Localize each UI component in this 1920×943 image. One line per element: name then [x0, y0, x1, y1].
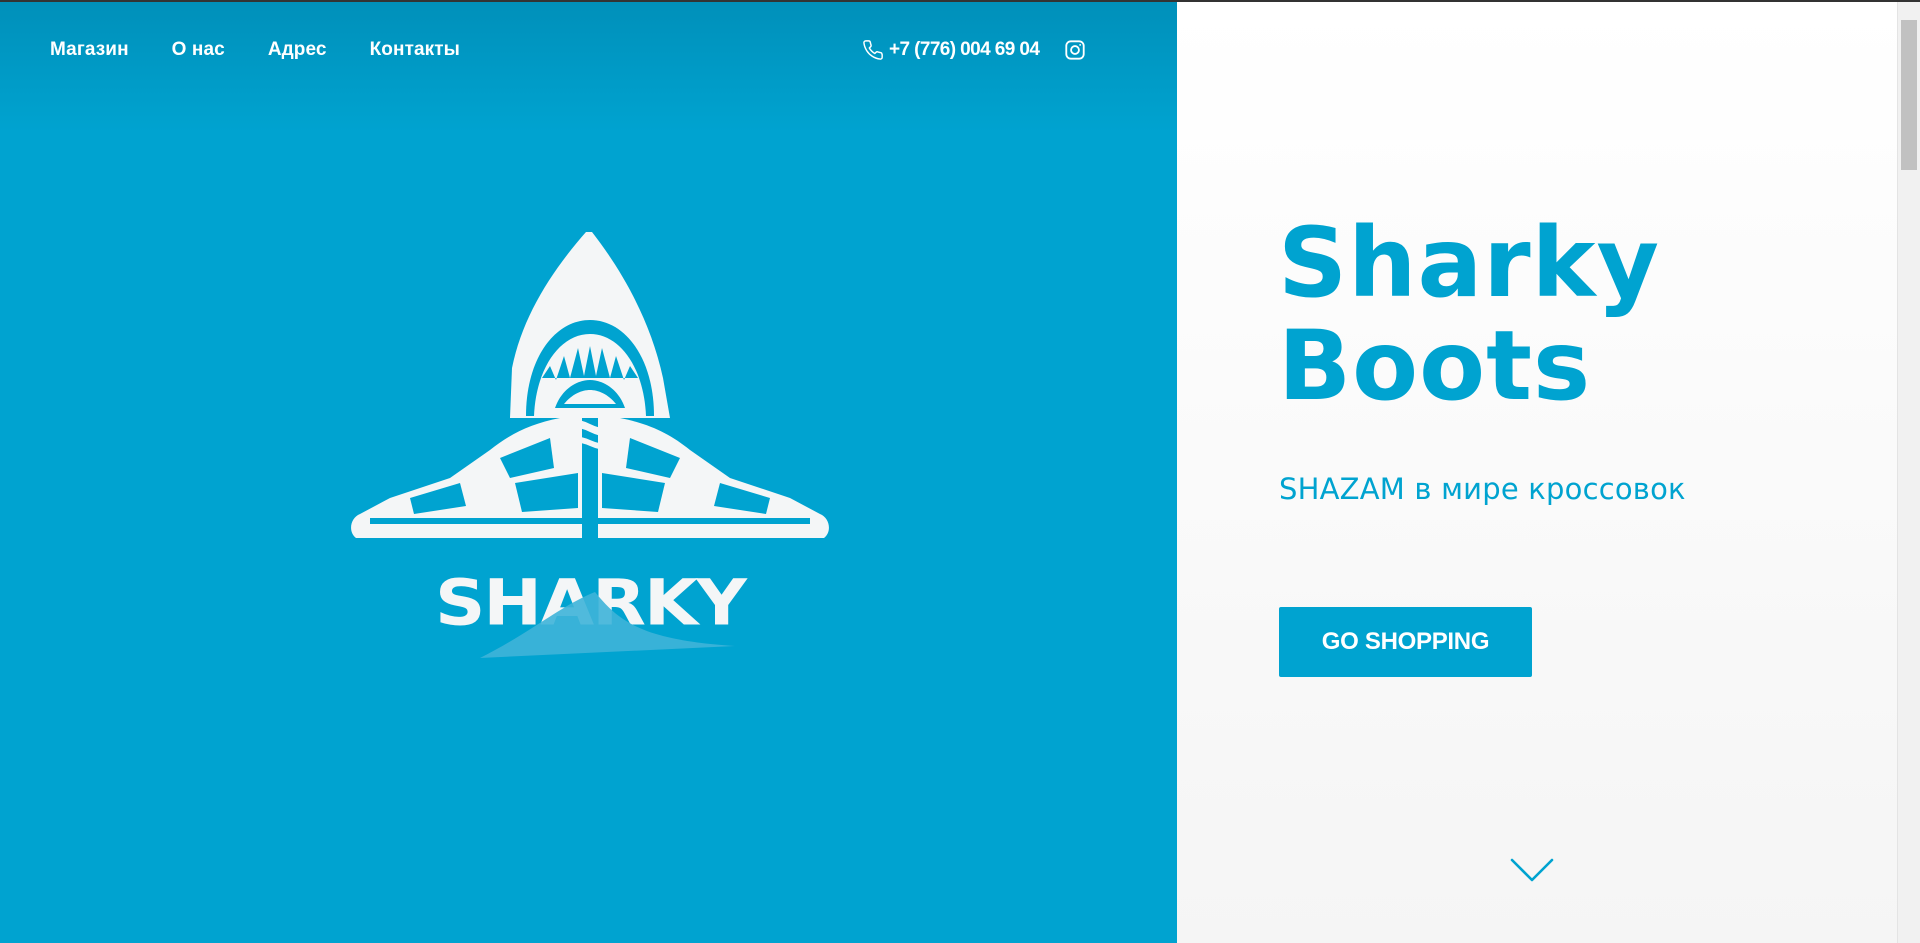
instagram-icon[interactable] [1064, 39, 1086, 61]
hero-title-line2: Boots [1278, 310, 1592, 422]
phone-number-link[interactable]: +7 (776) 004 69 04 [889, 39, 1040, 61]
logo-fin-shadow [480, 592, 735, 658]
hero-subtitle: SHAZAM в мире кроссовок [1279, 472, 1686, 506]
nav-item-about[interactable]: О нас [172, 39, 225, 61]
nav-item-contacts[interactable]: Контакты [370, 39, 460, 61]
go-shopping-button[interactable]: GO SHOPPING [1279, 607, 1532, 677]
main-nav: Магазин О нас Адрес Контакты [50, 38, 460, 62]
nav-item-address[interactable]: Адрес [268, 39, 327, 61]
hero-title: Sharky Boots [1278, 212, 1660, 418]
sharky-logo: SHARKY [350, 228, 830, 668]
chevron-down-icon[interactable] [1509, 855, 1555, 885]
phone-icon [862, 39, 884, 61]
hero-title-line1: Sharky [1278, 207, 1661, 319]
window-top-border [0, 0, 1920, 2]
nav-item-shop[interactable]: Магазин [50, 39, 129, 61]
header-contacts: +7 (776) 004 69 04 [862, 37, 1086, 63]
scrollbar-thumb[interactable] [1901, 20, 1917, 170]
